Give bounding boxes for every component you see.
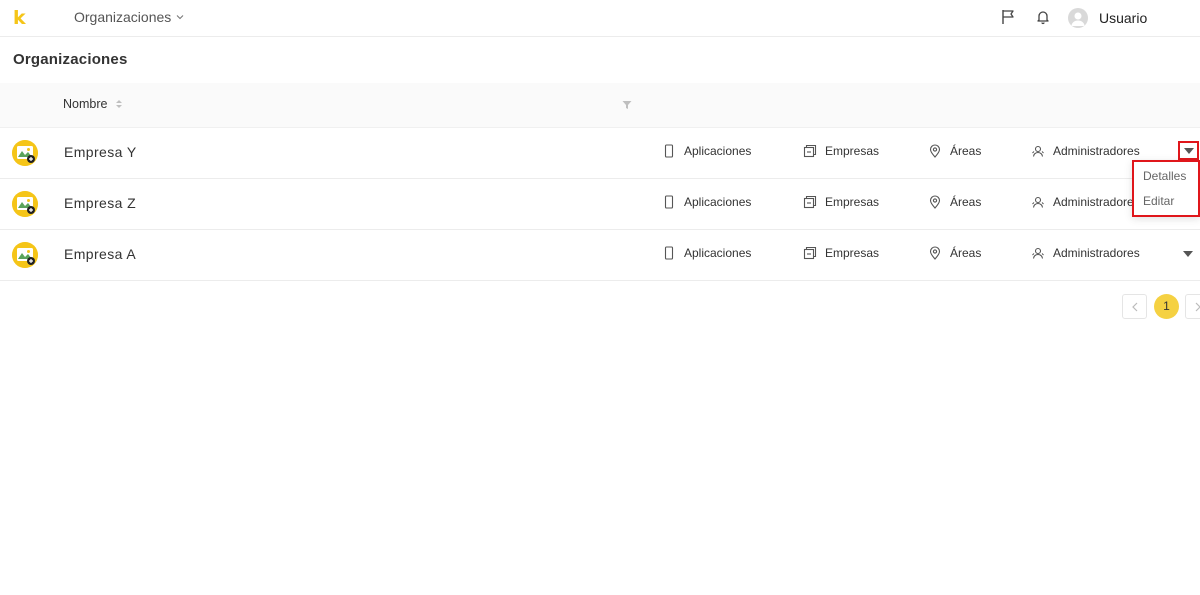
applications-label: Aplicaciones	[684, 144, 752, 158]
organization-name[interactable]: Empresa Z	[64, 195, 136, 211]
filter-icon[interactable]	[622, 100, 632, 110]
administrators-icon	[1032, 196, 1044, 208]
applications-label: Aplicaciones	[684, 195, 752, 209]
administrators-label: Administradores	[1053, 144, 1140, 158]
administrators-label: Administradores	[1053, 195, 1140, 209]
location-pin-icon	[929, 144, 941, 158]
menu-item-edit[interactable]: Editar	[1143, 194, 1174, 208]
user-icon	[1071, 12, 1085, 26]
administrators-link[interactable]: Administradores	[1031, 195, 1140, 209]
areas-link[interactable]: Áreas	[928, 144, 981, 158]
column-header-label: Nombre	[63, 97, 108, 111]
row-actions-dropdown: Detalles Editar	[1132, 160, 1200, 217]
organization-name[interactable]: Empresa Y	[64, 144, 137, 160]
pagination-page-1[interactable]: 1	[1154, 294, 1179, 319]
areas-label: Áreas	[950, 246, 982, 260]
applications-link[interactable]: Aplicaciones	[662, 195, 751, 209]
table-row[interactable]: Empresa Y Aplicaciones Empresas Áreas Ad…	[0, 128, 1200, 179]
menu-item-details[interactable]: Detalles	[1143, 169, 1186, 183]
companies-icon	[803, 195, 817, 209]
areas-label: Áreas	[950, 195, 982, 209]
areas-link[interactable]: Áreas	[928, 195, 981, 209]
user-avatar[interactable]	[1068, 8, 1088, 28]
caret-down-icon	[1183, 147, 1194, 154]
organization-name[interactable]: Empresa A	[64, 246, 136, 262]
chevron-left-icon	[1132, 302, 1138, 312]
top-bar: k Organizaciones Usuario	[0, 0, 1200, 37]
organization-image-icon	[12, 191, 38, 217]
pagination-next-button[interactable]	[1185, 294, 1200, 319]
administrators-link[interactable]: Administradores	[1031, 144, 1140, 158]
page-title: Organizaciones	[13, 51, 128, 68]
row-actions-toggle-highlight[interactable]	[1178, 141, 1199, 160]
applications-label: Aplicaciones	[684, 246, 752, 260]
chevron-down-icon	[176, 15, 184, 20]
companies-label: Empresas	[825, 246, 880, 260]
chevron-right-icon	[1195, 302, 1200, 312]
mobile-icon	[664, 195, 674, 209]
organization-avatar	[12, 191, 38, 217]
organization-image-icon	[12, 242, 38, 268]
administrators-link[interactable]: Administradores	[1031, 246, 1140, 260]
table-row[interactable]: Empresa A Aplicaciones Empresas Áreas Ad…	[0, 230, 1200, 281]
mobile-icon	[664, 144, 674, 158]
nav-menu-label: Organizaciones	[74, 9, 172, 25]
administrators-icon	[1032, 247, 1044, 259]
companies-icon	[803, 246, 817, 260]
companies-link[interactable]: Empresas	[803, 195, 879, 209]
companies-link[interactable]: Empresas	[803, 144, 879, 158]
organization-avatar	[12, 242, 38, 268]
user-name[interactable]: Usuario	[1099, 10, 1147, 26]
areas-link[interactable]: Áreas	[928, 246, 981, 260]
administrators-label: Administradores	[1053, 246, 1140, 260]
flag-icon[interactable]	[1000, 8, 1018, 26]
applications-link[interactable]: Aplicaciones	[662, 246, 751, 260]
organization-image-icon	[12, 140, 38, 166]
table-header: Nombre	[0, 83, 1200, 128]
column-header-name[interactable]: Nombre	[63, 97, 123, 111]
applications-link[interactable]: Aplicaciones	[662, 144, 751, 158]
companies-label: Empresas	[825, 144, 880, 158]
pagination-prev-button[interactable]	[1122, 294, 1147, 319]
companies-label: Empresas	[825, 195, 880, 209]
bell-icon[interactable]	[1034, 8, 1052, 26]
app-logo[interactable]: k	[13, 8, 29, 28]
organizations-nav-menu[interactable]: Organizaciones	[74, 9, 185, 25]
organization-avatar	[12, 140, 38, 166]
companies-link[interactable]: Empresas	[803, 246, 879, 260]
administrators-icon	[1032, 145, 1044, 157]
sort-icon[interactable]	[115, 99, 123, 109]
areas-label: Áreas	[950, 144, 982, 158]
caret-down-icon[interactable]	[1182, 250, 1194, 258]
companies-icon	[803, 144, 817, 158]
location-pin-icon	[929, 246, 941, 260]
table-row[interactable]: Empresa Z Aplicaciones Empresas Áreas Ad…	[0, 179, 1200, 230]
location-pin-icon	[929, 195, 941, 209]
mobile-icon	[664, 246, 674, 260]
